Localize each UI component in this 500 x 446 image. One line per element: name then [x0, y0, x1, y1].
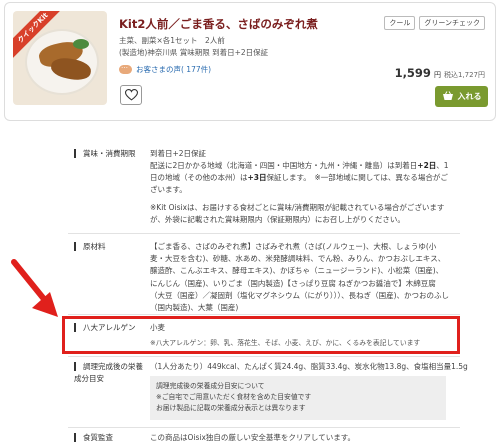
customer-reviews-label: お客さまの声( 177件): [136, 65, 212, 74]
product-meta-line: 主菜、副菜×各1セット 2人前: [119, 36, 225, 45]
speech-bubble-icon: [119, 62, 132, 74]
add-to-cart-button[interactable]: 入れる: [435, 86, 488, 107]
expiry-label: 賞味・消費期限: [74, 148, 136, 160]
nutrition-value: （1人分あたり）449kcal、たんぱく質24.4g、脂質33.4g、炭水化物1…: [150, 362, 468, 371]
cart-icon: [442, 91, 453, 100]
expiry-text: 、1: [436, 161, 449, 170]
price-unit: 円: [433, 71, 441, 79]
tag-cool: クール: [384, 16, 416, 30]
expiry-label-text: 賞味・消費期限: [83, 149, 136, 158]
expiry-days: +2日: [417, 161, 437, 170]
product-title[interactable]: Kit2人前／ごま香る、さばのみぞれ煮: [119, 16, 318, 32]
expiry-text: 日の地域（その他の本州）は: [150, 173, 248, 182]
expiry-line: 日の地域（その他の本州）は+3日保証します。 ※一部地域に関しては、異なる場合が…: [150, 172, 450, 196]
heart-icon: [124, 89, 138, 101]
expiry-line: 配送に2日かかる地域（北海道・四国・中国地方・九州・沖縄・離島）は到着日+2日、…: [150, 160, 450, 172]
add-to-cart-label: 入れる: [457, 92, 482, 101]
expiry-days: +3日: [247, 173, 267, 182]
customer-reviews-link[interactable]: お客さまの声( 177件): [119, 62, 212, 75]
divider: [68, 427, 460, 428]
expiry-value: 到着日+2日保証 配送に2日かかる地域（北海道・四国・中国地方・九州・沖縄・離島…: [150, 148, 450, 226]
divider: [68, 233, 460, 234]
ingredients-value: 【ごま香る、さばのみぞれ煮】さばみぞれ煮（さば(ノルウェー)、大根、しょうゆ(小…: [150, 242, 450, 313]
nutrition-note-line: お届け製品に記載の栄養成分表示とは異なります: [156, 404, 306, 412]
nutrition-note-line: ※ご自宅でご用意いただく食材を含めた目安値です: [156, 393, 312, 401]
label-bar: [74, 433, 76, 442]
nutrition-label: 調理完成後の栄養 成分目安: [74, 361, 143, 385]
price-tax-included: 税込1,727円: [443, 71, 485, 79]
supervision-label: 食質監査: [74, 432, 113, 444]
expiry-text: 配送に2日かかる地域（北海道・四国・中国地方・九州・沖縄・離島）は到着日: [150, 161, 418, 170]
nutrition-label-text: 成分目安: [74, 374, 104, 383]
favorite-button[interactable]: [120, 85, 142, 105]
expiry-line: 到着日+2日保証: [150, 149, 207, 158]
allergen-highlight-box: [62, 316, 460, 354]
label-bar: [74, 362, 76, 371]
divider: [68, 356, 460, 357]
nutrition-label-text: 調理完成後の栄養: [83, 362, 143, 371]
tag-green-check[interactable]: グリーンチェック: [419, 16, 485, 30]
nutrition-note-line: 調理完成後の栄養成分目安について: [156, 382, 265, 390]
price-value: 1,599: [394, 66, 431, 80]
divider: [68, 314, 460, 315]
expiry-note: ※Kit Oisixは、お届けする食材ごとに賞味/消費期限が記載されている場合が…: [150, 203, 445, 224]
price: 1,599 円 税込1,727円: [395, 66, 485, 80]
nutrition-note-box: 調理完成後の栄養成分目安について ※ご自宅でご用意いただく食材を含めた目安値です…: [150, 376, 446, 420]
supervision-label-text: 食質監査: [83, 433, 113, 442]
product-meta: 主菜、副菜×各1セット 2人前 (製造地)神奈川県 賞味期限 到着日+2日保証: [119, 35, 268, 59]
product-tags: クール グリーンチェック: [384, 16, 485, 30]
product-meta-line: (製造地)神奈川県 賞味期限 到着日+2日保証: [119, 48, 269, 57]
supervision-value: この商品はOisix独自の厳しい安全基準をクリアしています。: [150, 433, 355, 442]
red-arrow-icon: [11, 259, 58, 317]
